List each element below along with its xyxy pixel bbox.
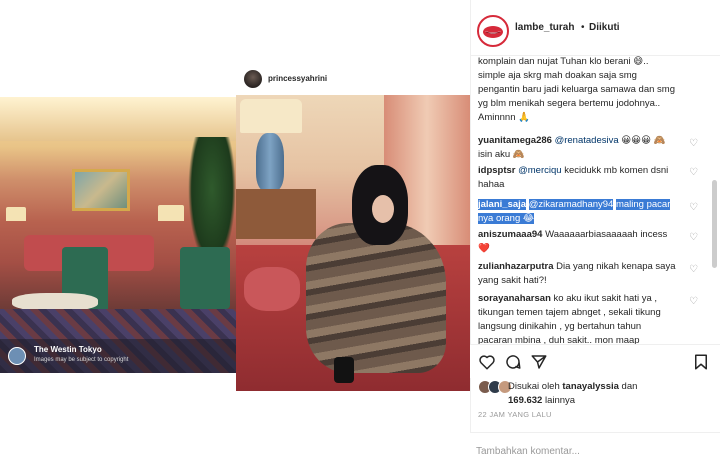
comment-like-heart-icon[interactable]: ♡ bbox=[689, 139, 699, 149]
add-comment-bar bbox=[470, 432, 720, 471]
pillow bbox=[244, 267, 300, 311]
list-item: jalani_saja @zikaramadhany94 maling paca… bbox=[478, 198, 678, 226]
comment-like-heart-icon[interactable]: ♡ bbox=[689, 265, 699, 275]
place-caption: The Westin Tokyo Images may be subject t… bbox=[0, 339, 236, 373]
lamp bbox=[158, 205, 184, 221]
face bbox=[372, 195, 394, 223]
comments-scrollbar[interactable] bbox=[712, 180, 717, 268]
comment-username[interactable]: jalani_saja bbox=[478, 199, 527, 210]
comment-like-heart-icon[interactable]: ♡ bbox=[689, 297, 699, 307]
post-author-header: lambe_turah • Diikuti bbox=[471, 0, 720, 56]
author-username[interactable]: lambe_turah bbox=[515, 22, 574, 33]
post-timestamp[interactable]: 22 JAM YANG LALU bbox=[478, 410, 552, 419]
comment-input[interactable] bbox=[476, 441, 706, 461]
comments-list[interactable]: komplain dan nujat Tuhan klo berani 😄.. … bbox=[471, 56, 711, 344]
lips-logo-icon bbox=[483, 26, 503, 38]
follow-button[interactable]: Diikuti bbox=[589, 22, 620, 33]
likes-summary: Disukai oleh tanayalyssia dan 169.632 la… bbox=[470, 378, 720, 408]
comment-text: komplain dan nujat Tuhan klo berani 😄.. … bbox=[478, 56, 675, 123]
comment-like-heart-icon[interactable]: ♡ bbox=[689, 233, 699, 243]
list-item: aniszumaaa94 Waaaaaarbiasaaaaah incess❤️ bbox=[478, 228, 678, 256]
portrait-photo bbox=[236, 95, 470, 391]
likes-middle: dan bbox=[621, 381, 638, 392]
list-item: komplain dan nujat Tuhan klo berani 😄.. … bbox=[478, 56, 678, 125]
side-table bbox=[236, 189, 316, 239]
likes-number[interactable]: 169.632 bbox=[508, 395, 542, 406]
separator-dot: • bbox=[581, 22, 585, 33]
comment-icon[interactable] bbox=[504, 353, 522, 371]
comment-like-heart-icon[interactable]: ♡ bbox=[689, 168, 699, 178]
comment-mention[interactable]: @zikaramadhany94 bbox=[528, 199, 614, 210]
likes-prefix: Disukai oleh bbox=[508, 381, 560, 392]
armchair bbox=[180, 247, 230, 309]
fur-coat bbox=[306, 223, 446, 373]
comment-username[interactable]: aniszumaaa94 bbox=[478, 229, 542, 240]
place-title: The Westin Tokyo bbox=[34, 345, 102, 354]
lamp bbox=[240, 99, 302, 133]
bookmark-icon[interactable] bbox=[692, 353, 710, 371]
list-item: zulianhazarputra Dia yang nikah kenapa s… bbox=[478, 260, 678, 288]
post-image[interactable]: The Westin Tokyo Images may be subject t… bbox=[0, 0, 470, 471]
avatar[interactable] bbox=[244, 70, 262, 88]
post-actions bbox=[470, 344, 720, 378]
avatar[interactable] bbox=[477, 15, 509, 47]
place-subtitle: Images may be subject to copyright bbox=[34, 357, 129, 363]
ceiling-light bbox=[0, 97, 236, 141]
likes-count[interactable]: Disukai oleh tanayalyssia dan 169.632 la… bbox=[508, 380, 718, 408]
comment-username[interactable]: sorayanaharsan bbox=[478, 293, 551, 304]
repost-username[interactable]: princessyahrini bbox=[268, 74, 327, 83]
comment-username[interactable]: yuanitamega286 bbox=[478, 135, 552, 146]
wall-painting bbox=[72, 169, 130, 211]
list-item: idpsptsr @merciqu kecidukk mb komen dsni… bbox=[478, 164, 678, 192]
hotel-lobby-photo: The Westin Tokyo Images may be subject t… bbox=[0, 97, 236, 373]
list-item: sorayanaharsan ko aku ikut sakit hati ya… bbox=[478, 292, 678, 344]
comment-username[interactable]: idpsptsr bbox=[478, 165, 515, 176]
place-avatar-icon bbox=[8, 347, 26, 365]
comment-like-heart-icon[interactable]: ♡ bbox=[689, 203, 699, 213]
share-icon[interactable] bbox=[530, 353, 548, 371]
comment-mention[interactable]: @merciqu bbox=[518, 165, 561, 176]
liker-username[interactable]: tanayalyssia bbox=[562, 381, 619, 392]
list-item: yuanitamega286 @renatadesiva 😀😀😀 🙈 isin … bbox=[478, 134, 678, 162]
heart-icon[interactable] bbox=[478, 353, 496, 371]
comment-username[interactable]: zulianhazarputra bbox=[478, 261, 554, 272]
vase bbox=[256, 133, 284, 191]
repost-header: princessyahrini bbox=[236, 66, 470, 94]
comment-mention[interactable]: @renatadesiva bbox=[555, 135, 619, 146]
lamp bbox=[6, 207, 26, 221]
likes-suffix: lainnya bbox=[544, 395, 576, 406]
boot bbox=[334, 357, 354, 383]
